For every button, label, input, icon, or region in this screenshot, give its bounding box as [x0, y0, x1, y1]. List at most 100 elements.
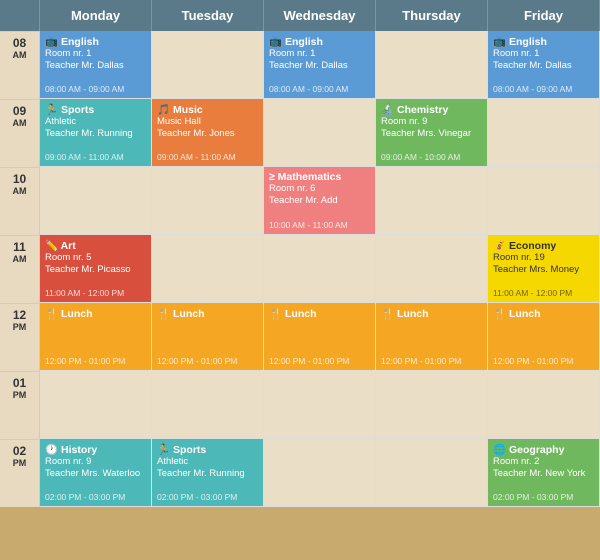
- calendar: Monday Tuesday Wednesday Thursday Friday…: [0, 0, 600, 507]
- event-time-range: 09:00 AM - 11:00 AM: [157, 152, 258, 162]
- slot-row2-col2: ≥ MathematicsRoom nr. 6Teacher Mr. Add10…: [264, 167, 376, 235]
- event-card[interactable]: 🍴 Lunch 12:00 PM - 01:00 PM: [488, 303, 599, 370]
- event-title: 🍴 Lunch: [269, 307, 370, 320]
- slot-row1-col2: [264, 99, 376, 167]
- slot-row0-col4: 📺 EnglishRoom nr. 1Teacher Mr. Dallas 08:…: [488, 31, 600, 99]
- event-title: 🍴 Lunch: [45, 307, 146, 320]
- event-detail: AthleticTeacher Mr. Running: [157, 456, 258, 481]
- calendar-body: 08AM📺 EnglishRoom nr. 1Teacher Mr. Dalla…: [0, 31, 600, 507]
- event-detail: Room nr. 1Teacher Mr. Dallas: [45, 48, 146, 73]
- event-time-range: 11:00 AM - 12:00 PM: [493, 288, 594, 298]
- event-time-range: 12:00 PM - 01:00 PM: [381, 356, 482, 366]
- event-card[interactable]: 💰 EconomyRoom nr. 19Teacher Mrs. Money 11…: [488, 235, 599, 302]
- header-time-col: [0, 0, 40, 31]
- time-label-01: 01PM: [0, 371, 40, 439]
- slot-row6-col1: 🏃 SportsAthleticTeacher Mr. Running02:00…: [152, 439, 264, 507]
- event-card[interactable]: 🏃 SportsAthleticTeacher Mr. Running02:00…: [152, 439, 263, 506]
- event-card[interactable]: 📺 EnglishRoom nr. 1Teacher Mr. Dallas 08:…: [40, 31, 151, 98]
- event-time-range: 08:00 AM - 09:00 AM: [493, 84, 594, 94]
- event-card[interactable]: 📺 EnglishRoom nr. 1Teacher Mr. Dallas08:…: [264, 31, 375, 98]
- slot-row4-col1: 🍴 Lunch 12:00 PM - 01:00 PM: [152, 303, 264, 371]
- slot-row2-col1: [152, 167, 264, 235]
- time-label-02: 02PM: [0, 439, 40, 507]
- slot-row1-col4: [488, 99, 600, 167]
- event-detail: Room nr. 2Teacher Mr. New York: [493, 456, 594, 481]
- event-title: 📺 English: [493, 35, 594, 48]
- slot-row6-col4: 🌐 GeographyRoom nr. 2Teacher Mr. New Yor…: [488, 439, 600, 507]
- event-card[interactable]: 🕐 HistoryRoom nr. 9Teacher Mrs. Waterloo…: [40, 439, 151, 506]
- event-time-range: 12:00 PM - 01:00 PM: [493, 356, 594, 366]
- slot-row4-col4: 🍴 Lunch 12:00 PM - 01:00 PM: [488, 303, 600, 371]
- header-thursday: Thursday: [376, 0, 488, 31]
- event-card[interactable]: 🍴 Lunch12:00 PM - 01:00 PM: [40, 303, 151, 370]
- event-card[interactable]: 🔬 ChemistryRoom nr. 9Teacher Mrs. Vinega…: [376, 99, 487, 166]
- calendar-header: Monday Tuesday Wednesday Thursday Friday: [0, 0, 600, 31]
- event-card[interactable]: 🍴 Lunch 12:00 PM - 01:00 PM: [376, 303, 487, 370]
- slot-row5-col0: [40, 371, 152, 439]
- slot-row6-col3: [376, 439, 488, 507]
- slot-row6-col0: 🕐 HistoryRoom nr. 9Teacher Mrs. Waterloo…: [40, 439, 152, 507]
- event-time-range: 02:00 PM - 03:00 PM: [493, 492, 594, 502]
- event-time-range: 12:00 PM - 01:00 PM: [269, 356, 370, 366]
- slot-row0-col0: 📺 EnglishRoom nr. 1Teacher Mr. Dallas 08:…: [40, 31, 152, 99]
- event-title: 🍴 Lunch: [493, 307, 594, 320]
- event-detail: Room nr. 9Teacher Mrs. Vinegar: [381, 116, 482, 141]
- time-label-12: 12PM: [0, 303, 40, 371]
- event-card[interactable]: 🏃 SportsAthleticTeacher Mr. Running 09:00…: [40, 99, 151, 166]
- event-title: 📺 English: [45, 35, 146, 48]
- slot-row0-col1: [152, 31, 264, 99]
- event-card[interactable]: 🌐 GeographyRoom nr. 2Teacher Mr. New Yor…: [488, 439, 599, 506]
- slot-row0-col3: [376, 31, 488, 99]
- event-detail: Room nr. 19Teacher Mrs. Money: [493, 252, 594, 277]
- slot-row0-col2: 📺 EnglishRoom nr. 1Teacher Mr. Dallas08:…: [264, 31, 376, 99]
- time-label-10: 10AM: [0, 167, 40, 235]
- header-tuesday: Tuesday: [152, 0, 264, 31]
- event-title: 📺 English: [269, 35, 370, 48]
- event-card[interactable]: 🎵 MusicMusic HallTeacher Mr. Jones09:00 …: [152, 99, 263, 166]
- slot-row4-col2: 🍴 Lunch 12:00 PM - 01:00 PM: [264, 303, 376, 371]
- slot-row4-col0: 🍴 Lunch12:00 PM - 01:00 PM: [40, 303, 152, 371]
- event-time-range: 09:00 AM - 10:00 AM: [381, 152, 482, 162]
- slot-row3-col1: [152, 235, 264, 303]
- slot-row5-col1: [152, 371, 264, 439]
- event-card[interactable]: 📺 EnglishRoom nr. 1Teacher Mr. Dallas 08:…: [488, 31, 599, 98]
- slot-row5-col3: [376, 371, 488, 439]
- event-title: 💰 Economy: [493, 239, 594, 252]
- event-detail: Room nr. 9Teacher Mrs. Waterloo: [45, 456, 146, 481]
- event-time-range: 02:00 PM - 03:00 PM: [157, 492, 258, 502]
- event-title: ✏️ Art: [45, 239, 146, 252]
- slot-row1-col0: 🏃 SportsAthleticTeacher Mr. Running 09:00…: [40, 99, 152, 167]
- event-detail: Room nr. 1Teacher Mr. Dallas: [269, 48, 370, 73]
- event-card[interactable]: ≥ MathematicsRoom nr. 6Teacher Mr. Add10…: [264, 167, 375, 234]
- slot-row4-col3: 🍴 Lunch 12:00 PM - 01:00 PM: [376, 303, 488, 371]
- event-title: 🍴 Lunch: [157, 307, 258, 320]
- event-card[interactable]: ✏️ ArtRoom nr. 5Teacher Mr. Picasso11:00…: [40, 235, 151, 302]
- event-title: 🎵 Music: [157, 103, 258, 116]
- slot-row2-col0: [40, 167, 152, 235]
- slot-row3-col3: [376, 235, 488, 303]
- slot-row2-col4: [488, 167, 600, 235]
- slot-row6-col2: [264, 439, 376, 507]
- time-label-08: 08AM: [0, 31, 40, 99]
- slot-row5-col4: [488, 371, 600, 439]
- slot-row5-col2: [264, 371, 376, 439]
- header-friday: Friday: [488, 0, 600, 31]
- event-title: 🌐 Geography: [493, 443, 594, 456]
- time-label-09: 09AM: [0, 99, 40, 167]
- event-time-range: 12:00 PM - 01:00 PM: [157, 356, 258, 366]
- slot-row1-col3: 🔬 ChemistryRoom nr. 9Teacher Mrs. Vinega…: [376, 99, 488, 167]
- slot-row1-col1: 🎵 MusicMusic HallTeacher Mr. Jones09:00 …: [152, 99, 264, 167]
- event-detail: Room nr. 1Teacher Mr. Dallas: [493, 48, 594, 73]
- event-card[interactable]: 🍴 Lunch 12:00 PM - 01:00 PM: [152, 303, 263, 370]
- slot-row3-col2: [264, 235, 376, 303]
- slot-row2-col3: [376, 167, 488, 235]
- event-detail: AthleticTeacher Mr. Running: [45, 116, 146, 141]
- time-label-11: 11AM: [0, 235, 40, 303]
- event-title: 🏃 Sports: [45, 103, 146, 116]
- event-card[interactable]: 🍴 Lunch 12:00 PM - 01:00 PM: [264, 303, 375, 370]
- event-title: 🍴 Lunch: [381, 307, 482, 320]
- event-time-range: 08:00 AM - 09:00 AM: [45, 84, 146, 94]
- event-time-range: 09:00 AM - 11:00 AM: [45, 152, 146, 162]
- event-title: 🕐 History: [45, 443, 146, 456]
- event-detail: Room nr. 6Teacher Mr. Add: [269, 183, 370, 208]
